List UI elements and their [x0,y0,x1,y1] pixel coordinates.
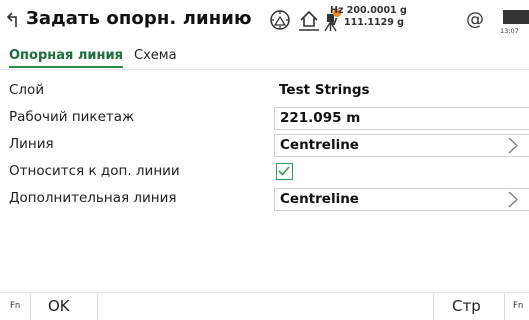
tab-reference-line[interactable]: Опорная линия [9,48,123,68]
line-select[interactable]: Centreline [274,134,529,157]
tab-scheme[interactable]: Схема [134,48,177,63]
working-chainage-value: 221.095 m [280,110,361,126]
working-chainage-label: Рабочий пикетаж [9,109,135,125]
softkey-divider [97,293,98,320]
line-value: Centreline [280,137,359,153]
layer-value: Test Strings [279,82,370,98]
softkey-divider [30,293,31,320]
ok-button[interactable]: OK [48,297,70,315]
angle-readout: Hz 200.0001 g V 111.1129 g [330,5,407,29]
related-extra-line-row: Относится к доп. линии [0,161,529,185]
fn-left-key[interactable]: Fn [10,301,20,311]
layer-label: Слой [9,82,45,98]
page-button[interactable]: Стр [452,297,481,315]
related-extra-line-label: Относится к доп. линии [9,163,180,179]
extra-line-row: Дополнительная линия Centreline [0,188,529,212]
line-row: Линия Centreline [0,134,529,158]
battery-icon[interactable]: 13:07 [500,7,529,35]
chevron-right-icon [508,191,518,208]
extra-line-value: Centreline [280,191,359,207]
softkey-divider [504,293,505,320]
extra-line-label: Дополнительная линия [9,190,177,206]
extra-line-select[interactable]: Centreline [274,188,529,211]
layer-row: Слой Test Strings [0,80,529,104]
v-value: V 111.1129 g [330,17,404,28]
hz-value: Hz 200.0001 g [330,5,407,16]
title-bar: Задать опорн. линию Hz 200.0001 g V 111.… [0,0,529,40]
checkmark-icon [278,166,290,176]
layer-value-field: Test Strings [274,80,529,103]
softkey-divider [433,293,434,320]
at-icon[interactable]: @ [466,9,484,30]
clock-time: 13:07 [500,27,519,35]
home-icon[interactable] [298,8,320,32]
tab-bar: Опорная линия Схема [0,40,529,70]
line-label: Линия [9,136,54,152]
working-chainage-row: Рабочий пикетаж 221.095 m [0,107,529,131]
working-chainage-input[interactable]: 221.095 m [274,107,529,130]
prism-target-icon[interactable] [268,8,292,32]
back-arrow-icon[interactable] [4,9,22,31]
page-title: Задать опорн. линию [26,8,252,29]
chevron-right-icon [508,137,518,154]
related-extra-line-checkbox[interactable] [276,163,293,180]
fn-right-key[interactable]: Fn [513,301,523,311]
softkey-bar: Fn OK Стр Fn [0,292,529,320]
